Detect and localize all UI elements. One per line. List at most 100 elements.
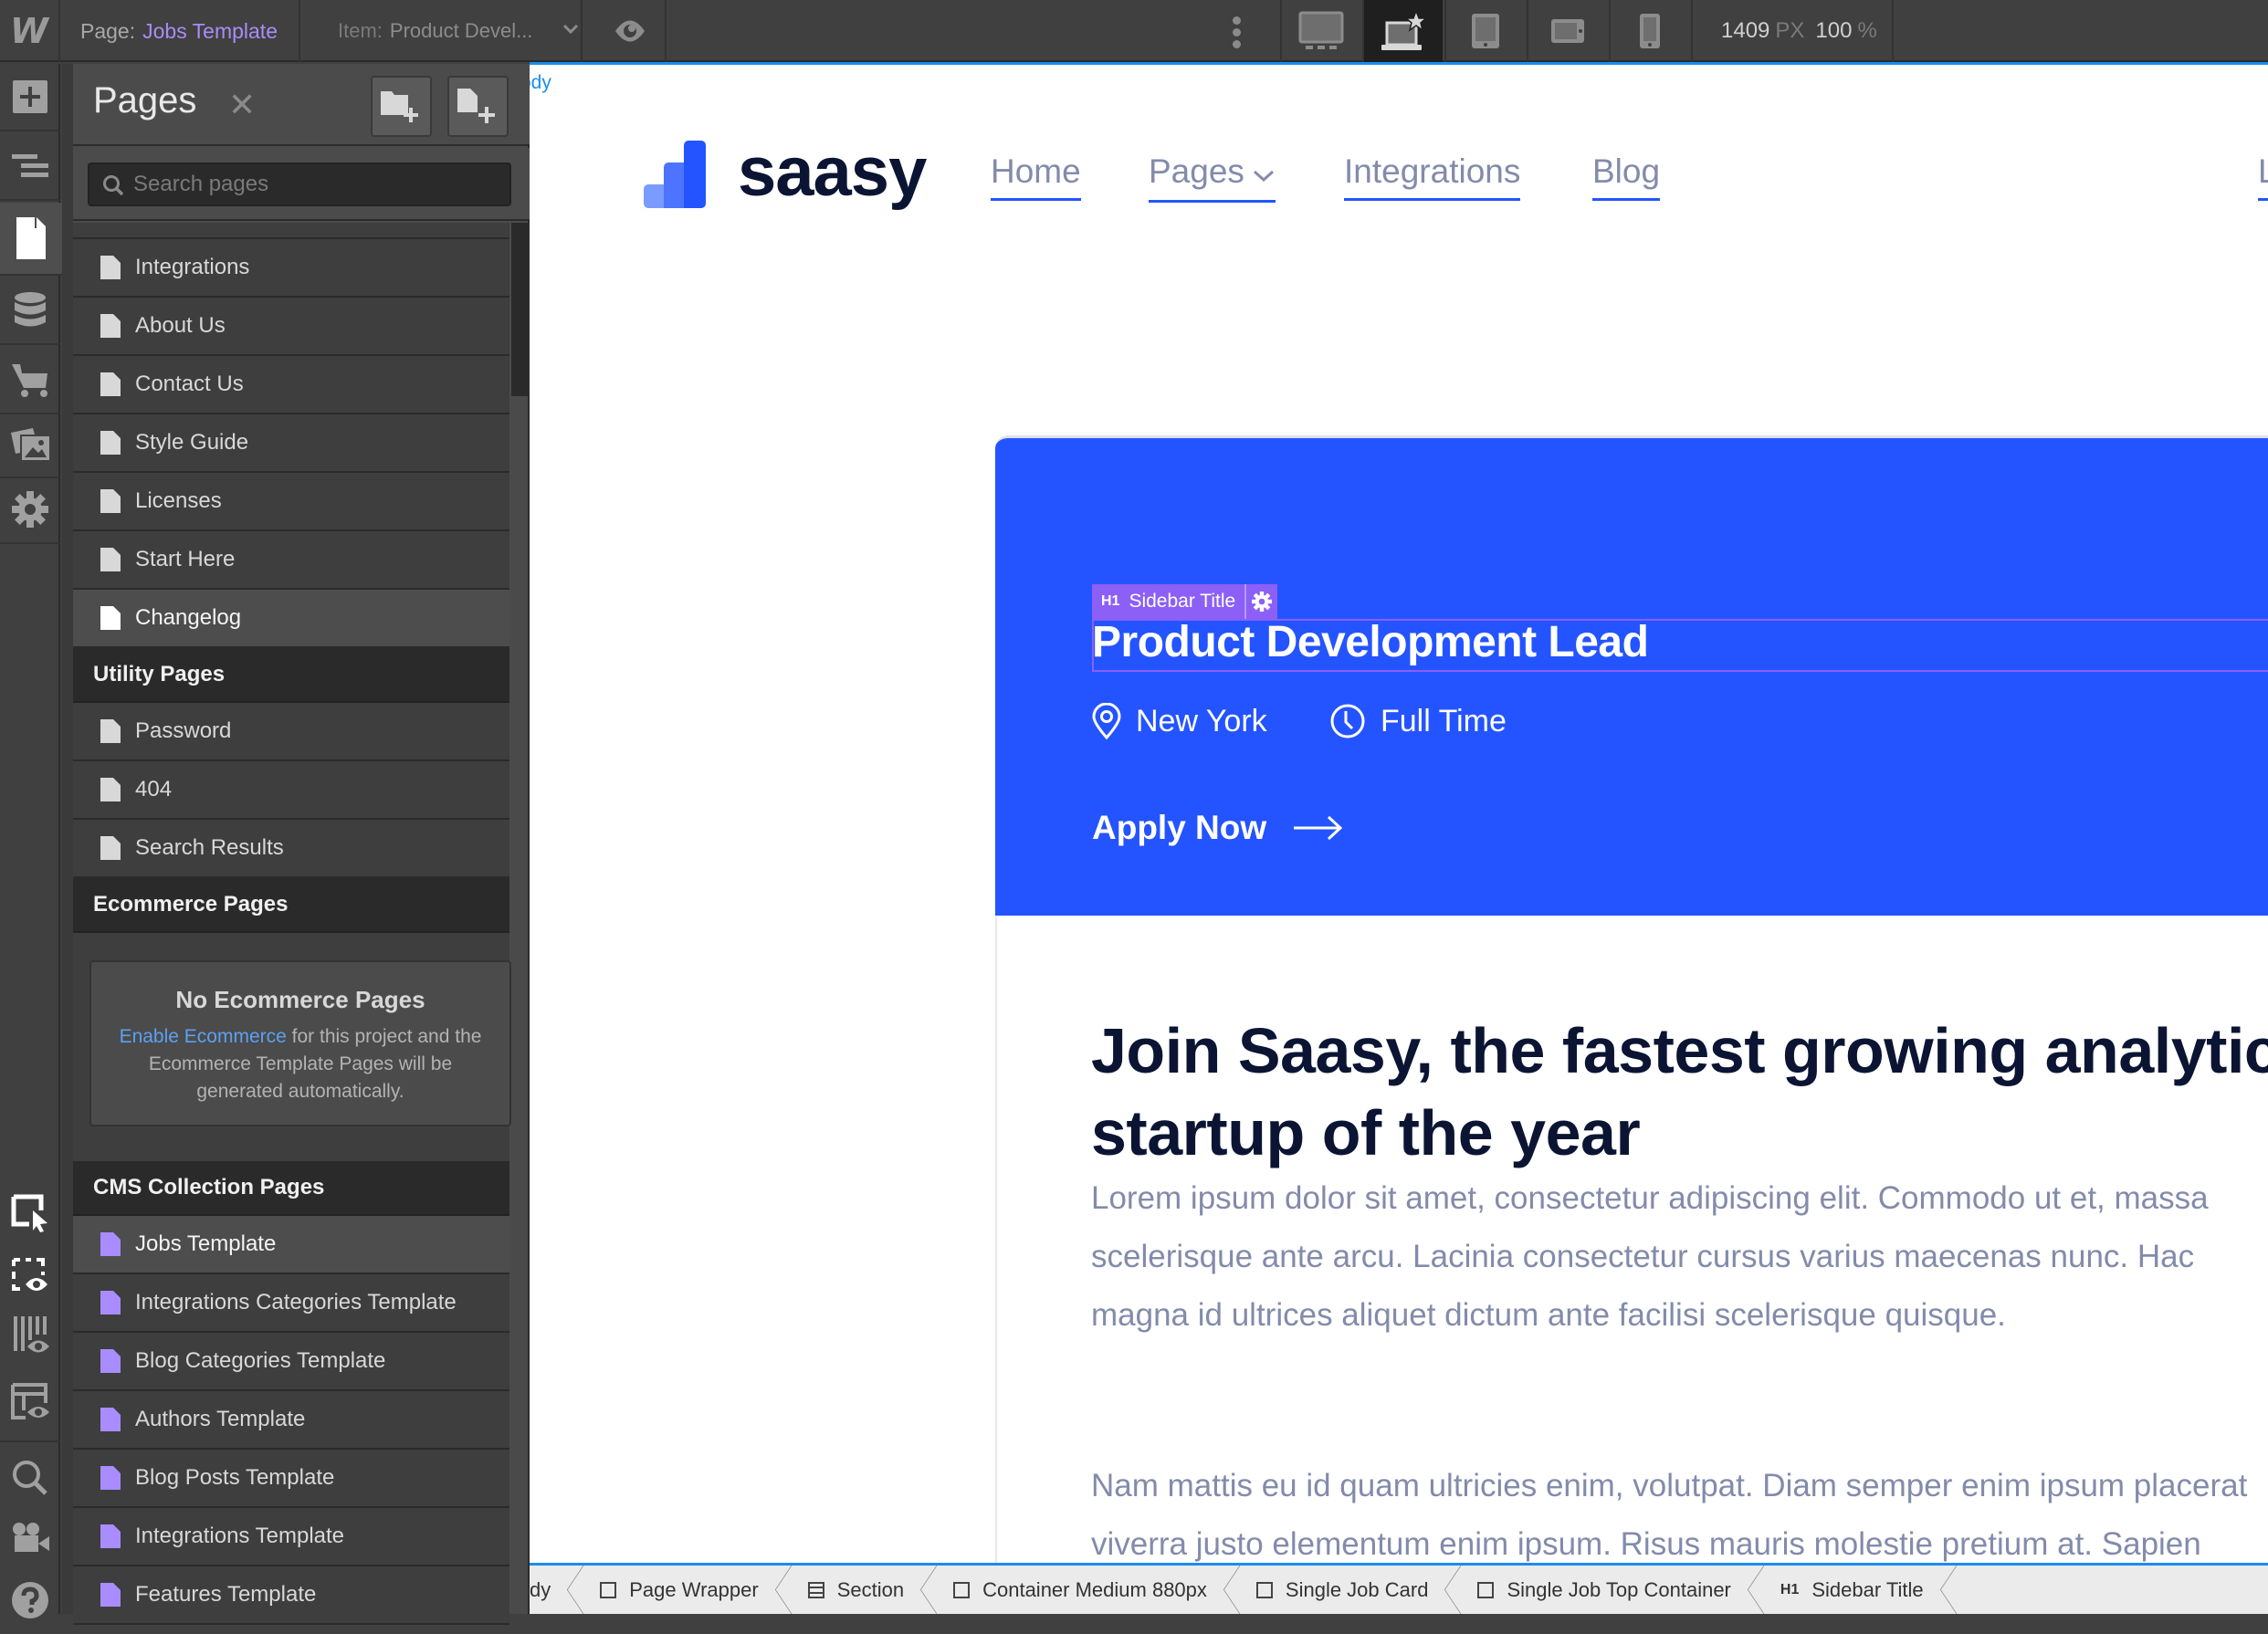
toolbar-divider [299, 0, 300, 62]
page-list-item-label: Features Template [135, 1582, 317, 1607]
page-list-item[interactable]: Integrations Template [73, 1508, 509, 1566]
enable-ecommerce-link[interactable]: Enable Ecommerce [120, 1026, 287, 1047]
zoom-value[interactable]: 100 [1815, 18, 1852, 43]
search-pages-input[interactable] [133, 164, 499, 204]
search-icon [103, 175, 124, 196]
page-list-item[interactable]: Blog Posts Template [73, 1450, 509, 1508]
intro-paragraph[interactable]: Nam mattis eu id quam ultricies enim, vo… [1091, 1457, 2268, 1563]
page-list-item[interactable]: Jobs Template [73, 1216, 509, 1274]
page-list-item[interactable]: Search Results [73, 820, 509, 878]
page-list-item[interactable]: Style Guide [73, 414, 509, 473]
navigator-icon [12, 154, 48, 177]
breakpoint-tablet[interactable] [1444, 0, 1525, 62]
search-pages-field[interactable] [88, 162, 511, 206]
database-icon [15, 292, 46, 327]
page-list-item[interactable]: Start Here [73, 531, 509, 590]
breadcrumb-item[interactable]: Container Medium 880px [937, 1566, 1240, 1614]
cms-item-selector[interactable]: Item: Product Devel... [338, 0, 532, 62]
ecommerce-empty-state: No Ecommerce Pages Enable Ecommerce for … [73, 933, 511, 1161]
preview-eye-icon[interactable] [614, 16, 646, 47]
more-options-icon[interactable] [1233, 16, 1242, 49]
zoom-unit: % [1857, 18, 1877, 43]
settings-button[interactable] [0, 477, 60, 544]
breadcrumb-item[interactable]: Single Job Top Container [1461, 1566, 1765, 1614]
heading-tag-icon: H1 [1101, 593, 1120, 609]
select-mode-button[interactable] [0, 1179, 60, 1247]
page-icon [100, 1408, 121, 1431]
page-icon [16, 217, 46, 259]
brand-name[interactable]: saasy [738, 132, 927, 212]
create-folder-button[interactable] [371, 76, 432, 137]
breadcrumb-item[interactable]: Page Wrapper [583, 1566, 793, 1614]
ecommerce-button[interactable] [0, 347, 60, 414]
webflow-logo-icon[interactable]: W [0, 0, 60, 62]
designer-canvas[interactable]: Body saasy Home Pages Integrations Blog … [530, 62, 2268, 1563]
page-list-item[interactable]: Licenses [73, 473, 509, 531]
nav-link-integrations[interactable]: Integrations [1344, 152, 1521, 201]
navigator-button[interactable] [0, 133, 60, 201]
page-list-item[interactable]: Integrations Categories Template [73, 1274, 509, 1333]
element-settings-gear-icon[interactable] [1244, 584, 1273, 619]
breadcrumb-item[interactable]: Single Job Card [1240, 1566, 1462, 1614]
body-element-label[interactable]: Body [530, 72, 551, 94]
box-element-icon [953, 1581, 971, 1598]
apply-now-link[interactable]: Apply Now [1092, 809, 1343, 847]
page-selector[interactable]: Page: Jobs Template [80, 0, 278, 62]
layout-eye-icon [11, 1383, 49, 1419]
breakpoint-mobile-portrait[interactable] [1609, 0, 1689, 62]
chevron-down-icon[interactable] [562, 20, 582, 40]
page-icon [100, 778, 121, 801]
images-icon [11, 428, 49, 460]
selected-element-badge[interactable]: H1 Sidebar Title [1092, 584, 1278, 619]
page-list-item[interactable]: Authors Template [73, 1391, 509, 1450]
assets-button[interactable] [0, 411, 60, 478]
intro-paragraph[interactable]: Lorem ipsum dolor sit amet, consectetur … [1091, 1169, 2268, 1345]
folder-plus-icon [380, 90, 418, 122]
cms-button[interactable] [0, 278, 60, 345]
page-list-item[interactable]: Contact Us [73, 356, 509, 414]
page-list-item[interactable]: Password [73, 703, 509, 761]
canvas-size-readout[interactable]: 1409 PX 100% [1721, 0, 1888, 62]
page-list-item[interactable]: Features Template [73, 1566, 509, 1625]
nav-link-home[interactable]: Home [991, 152, 1081, 201]
saasy-logo-icon[interactable] [644, 141, 708, 208]
preview-layout-button[interactable] [0, 1364, 60, 1442]
intro-heading[interactable]: Join Saasy, the fastest growing analytic… [1091, 1010, 2268, 1174]
job-title-heading[interactable]: Product Development Lead [1092, 617, 1649, 667]
xray-button[interactable] [0, 1302, 60, 1369]
video-tutorials-button[interactable] [0, 1504, 60, 1572]
breadcrumb-item[interactable]: dy [530, 1566, 584, 1614]
canvas-width-value[interactable]: 1409 [1721, 18, 1769, 43]
show-edges-button[interactable] [0, 1241, 60, 1309]
page-list-item[interactable]: About Us [73, 298, 509, 356]
page-icon [100, 719, 121, 743]
breadcrumb-label: Single Job Card [1285, 1577, 1429, 1601]
ecommerce-empty-title: No Ecommerce Pages [175, 986, 425, 1013]
panel-scrollbar-thumb[interactable] [511, 223, 528, 396]
nav-link-blog[interactable]: Blog [1592, 152, 1661, 201]
breakpoint-mobile-landscape[interactable] [1527, 0, 1607, 62]
breakpoint-desktop-base[interactable] [1362, 0, 1443, 62]
page-list-item[interactable]: Integrations [73, 239, 509, 298]
close-icon[interactable]: ✕ [228, 86, 256, 124]
paragraph-line: Nam mattis eu id quam ultricies enim, vo… [1091, 1468, 2248, 1503]
pages-button[interactable] [0, 203, 62, 276]
page-list-item-label: Licenses [135, 488, 222, 513]
page-list-item[interactable]: 404 [73, 761, 509, 820]
breadcrumb-item[interactable]: H1 Sidebar Title [1764, 1566, 1957, 1614]
add-elements-button[interactable] [0, 64, 60, 131]
help-button[interactable] [0, 1566, 60, 1634]
breakpoint-desktop-large[interactable] [1280, 0, 1360, 62]
nav-link-partial[interactable]: L [2258, 152, 2268, 201]
page-list-item-label: Changelog [135, 605, 242, 630]
panel-scrollbar[interactable] [511, 223, 528, 1614]
breadcrumb-item[interactable]: Section [792, 1566, 938, 1614]
create-page-button[interactable] [447, 76, 509, 137]
nav-link-pages[interactable]: Pages [1149, 152, 1276, 204]
search-button[interactable] [0, 1444, 60, 1512]
section-header-ecommerce: Ecommerce Pages [73, 878, 509, 933]
page-list-item-label: Password [135, 718, 232, 743]
page-list-item[interactable]: Changelog [73, 590, 509, 648]
page-list-item[interactable]: Blog Categories Template [73, 1333, 509, 1391]
breadcrumb-label: dy [530, 1577, 551, 1601]
